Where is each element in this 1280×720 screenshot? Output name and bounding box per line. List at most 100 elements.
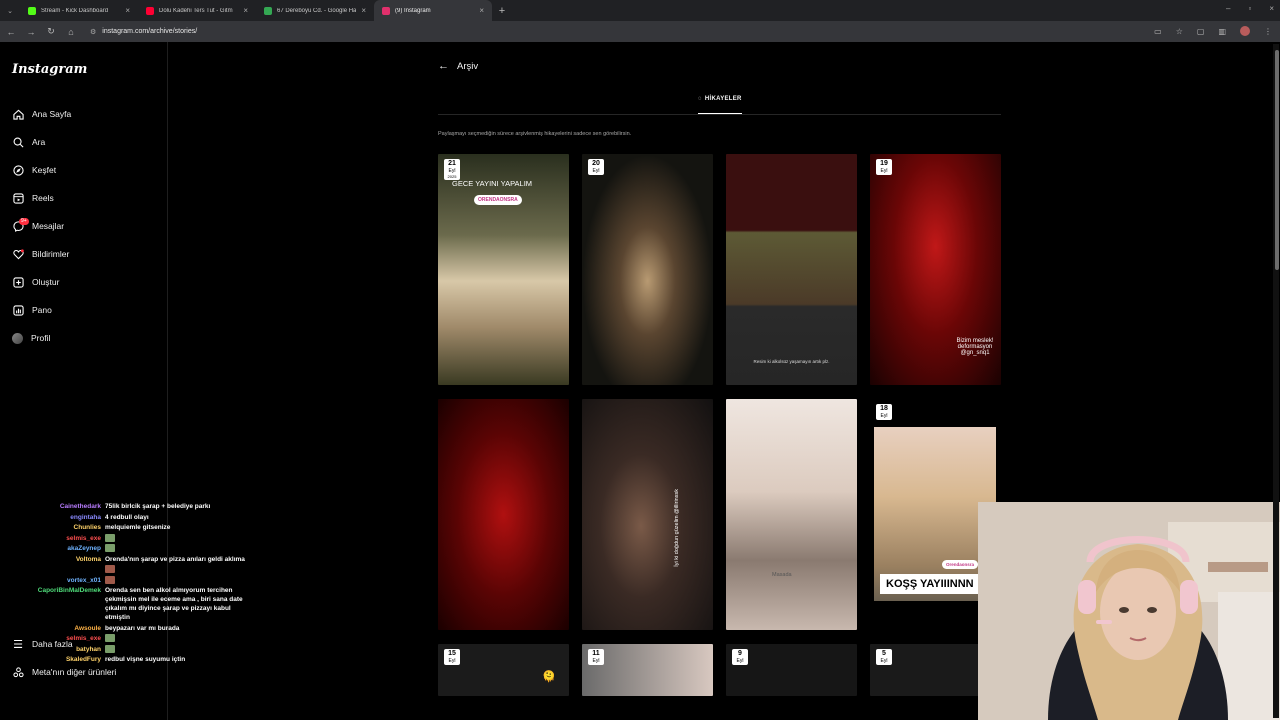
tab-stories[interactable]: ◌ HİKAYELER: [698, 96, 742, 102]
browser-tab[interactable]: Stream - Kick Dashboard ×: [20, 0, 138, 21]
story-caption: KOŞŞ YAYIIINNN: [880, 574, 980, 594]
new-tab-button[interactable]: +: [492, 5, 512, 17]
instagram-favicon-icon: [382, 6, 390, 15]
sidebar-item-label: Keşfet: [32, 165, 57, 175]
address-bar-actions: ▭ ☆ ▢ ▥ ⋮: [1154, 26, 1272, 36]
browser-tab-active[interactable]: (9) Instagram ×: [374, 0, 492, 21]
sidebar-item-notifications[interactable]: Bildirimler: [12, 240, 71, 268]
chat-username: akaZeynep: [67, 545, 101, 552]
sidebar-item-label: Oluştur: [32, 277, 60, 287]
story-day: 5: [882, 650, 886, 657]
story-card[interactable]: 19 Eyl Bizim meslek! deformasyon @gn_snq1: [870, 154, 1001, 385]
story-date: 5 Eyl: [876, 649, 892, 665]
emote-icon: [105, 575, 115, 584]
story-day: 19: [880, 160, 888, 167]
scrollbar-thumb[interactable]: [1275, 50, 1279, 270]
tab-title: Dolu Kadehi Ters Tut - Gitm: [159, 7, 233, 14]
sidebar-item-create[interactable]: Oluştur: [12, 268, 71, 296]
menu-kebab-icon[interactable]: ⋮: [1264, 27, 1272, 36]
story-card[interactable]: İyi ki doğdun güzelim @illirinssk: [582, 399, 713, 630]
sidebar-item-messages[interactable]: 9+ Mesajlar: [12, 212, 71, 240]
chat-username: selmis_exe: [66, 635, 101, 642]
chat-text: [105, 634, 255, 643]
browser-tab[interactable]: 67 Dereboyu Cd. - Google Har ×: [256, 0, 374, 21]
sidebar-item-reels[interactable]: Reels: [12, 184, 71, 212]
chat-text: Orenda'nın şarap ve pizza anıları geldi …: [105, 555, 245, 563]
messages-badge: 9+: [19, 218, 29, 225]
forward-icon[interactable]: →: [26, 27, 36, 37]
maximize-icon[interactable]: ▫: [1248, 4, 1251, 13]
story-card[interactable]: 21 Eyl 2025 GECE YAYINI YAPALIM ORENDAONSR…: [438, 154, 569, 385]
page-title: Arşiv: [457, 60, 479, 72]
story-month: Eyl: [880, 168, 888, 174]
chat-text: melquiemle gitsenize: [105, 524, 171, 531]
story-caption: Masada: [772, 572, 792, 578]
story-card[interactable]: 20 Eyl: [582, 154, 713, 385]
instagram-logo[interactable]: Instagram: [12, 62, 87, 77]
chat-text: Orenda sen ben alkol almıyorum tercihen …: [105, 587, 243, 621]
home-nav-icon[interactable]: ⌂: [66, 27, 76, 37]
story-card[interactable]: Resim ki alkolsüz yaşamayın artık plz.: [726, 154, 857, 385]
close-window-icon[interactable]: ×: [1269, 4, 1274, 13]
sidebar-item-dashboard[interactable]: Pano: [12, 296, 71, 324]
browser-profile-avatar[interactable]: [1240, 26, 1250, 36]
chat-text: [105, 565, 255, 574]
archive-hint: Paylaşmayı seçmediğin sürece arşivlenmiş…: [438, 131, 632, 137]
story-date: 19 Eyl: [876, 159, 892, 175]
cast-icon[interactable]: ▭: [1154, 27, 1162, 36]
story-date: 18 Eyl: [876, 404, 892, 420]
chat-text: 4 redbull olayı: [105, 513, 149, 521]
back-icon[interactable]: ←: [6, 27, 16, 37]
close-icon[interactable]: ×: [479, 6, 484, 15]
sidebar-item-profile[interactable]: Profil: [12, 324, 71, 352]
home-icon: [12, 108, 24, 120]
bookmark-star-icon[interactable]: ☆: [1176, 27, 1183, 36]
url-field[interactable]: ⚙ instagram.com/archive/stories/: [90, 28, 197, 36]
back-arrow-icon[interactable]: ←: [438, 60, 449, 72]
minimize-icon[interactable]: –: [1226, 4, 1230, 13]
kick-favicon-icon: [28, 6, 36, 15]
tab-label: HİKAYELER: [704, 96, 742, 102]
chat-text: [105, 533, 255, 543]
chat-message: vortex_x01: [0, 575, 260, 585]
story-month: Eyl: [592, 658, 600, 664]
tab-search-icon[interactable]: ⌄: [0, 7, 20, 15]
chat-text: [105, 575, 255, 585]
close-icon[interactable]: ×: [125, 6, 130, 15]
extensions-icon[interactable]: ▢: [1197, 27, 1205, 36]
chat-message: akaZeynep: [0, 544, 260, 553]
sidebar-item-explore[interactable]: Keşfet: [12, 156, 71, 184]
close-icon[interactable]: ×: [361, 6, 366, 15]
sidebar-item-label: Pano: [32, 305, 52, 315]
chat-text: [105, 644, 255, 654]
sidebar-item-home[interactable]: Ana Sayfa: [12, 100, 71, 128]
browser-tabbar: ⌄ Stream - Kick Dashboard × Dolu Kadehi T…: [0, 0, 1280, 21]
story-card[interactable]: Masada: [726, 399, 857, 630]
chat-message: CaporiBinMalDemek Orenda sen ben alkol al…: [0, 586, 260, 622]
story-caption: GECE YAYINI YAPALIM: [452, 179, 533, 188]
browser-tab[interactable]: Dolu Kadehi Ters Tut - Gitm ×: [138, 0, 256, 21]
close-icon[interactable]: ×: [243, 6, 248, 15]
chat-username: engintaha: [70, 513, 101, 521]
reload-icon[interactable]: ↻: [46, 26, 56, 37]
story-month: Eyl: [880, 658, 888, 664]
chat-text: [105, 544, 255, 553]
site-info-icon[interactable]: ⚙: [90, 28, 96, 36]
chat-username: SkaledFury: [65, 656, 101, 663]
story-caption: İyi ki doğdun güzelim @illirinssk: [674, 489, 680, 567]
story-card[interactable]: [438, 399, 569, 630]
chat-username: [0, 565, 101, 574]
story-day: 21: [448, 160, 456, 167]
webcam-overlay: [978, 502, 1280, 720]
sidebar-item-search[interactable]: Ara: [12, 128, 71, 156]
emoji-sticker: 🫠: [542, 671, 556, 683]
story-card[interactable]: 9 Eyl: [726, 644, 857, 696]
search-icon: [12, 136, 24, 148]
tab-title: Stream - Kick Dashboard: [41, 7, 109, 14]
story-card[interactable]: 15 Eyl 🫠: [438, 644, 569, 696]
emote-icon: [105, 565, 115, 574]
sidebar-item-label: Mesajlar: [32, 221, 65, 231]
chat-text: beypazarı var mı burada: [105, 624, 180, 632]
story-card[interactable]: 11 Eyl: [582, 644, 713, 696]
sidepanel-icon[interactable]: ▥: [1218, 27, 1226, 36]
